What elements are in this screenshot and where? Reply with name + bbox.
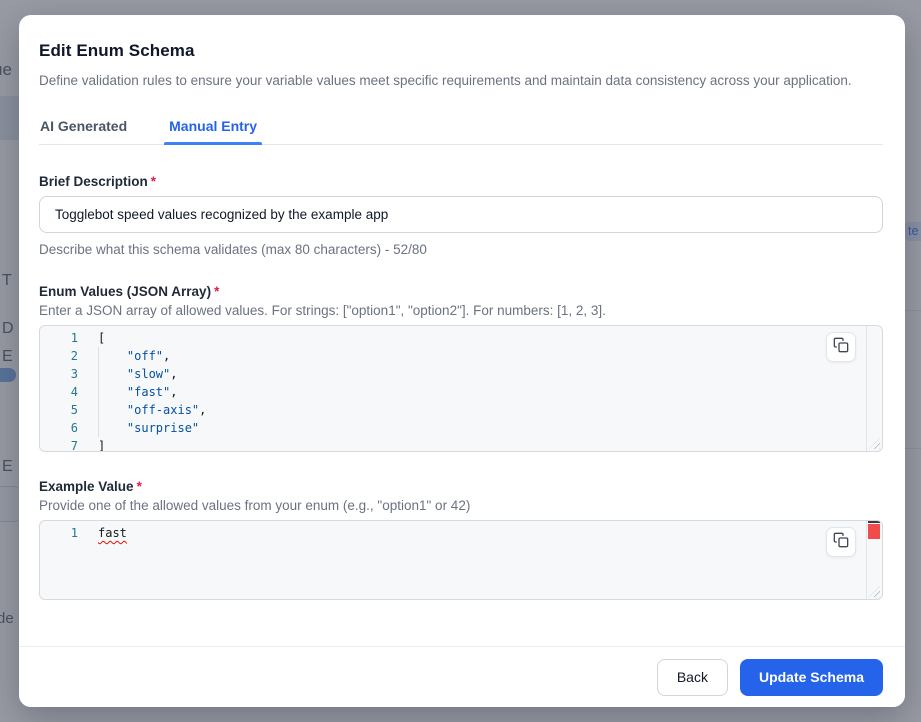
code-line: 4 "fast", [40, 383, 882, 401]
copy-icon [833, 532, 849, 553]
code-area[interactable]: 1[2 "off",3 "slow",4 "fast",5 "off-axis"… [40, 326, 882, 452]
brief-description-input[interactable] [39, 196, 883, 233]
tab-manual-entry[interactable]: Manual Entry [168, 118, 258, 144]
dialog-description: Define validation rules to ensure your v… [39, 70, 883, 91]
code-line: 5 "off-axis", [40, 401, 882, 419]
code-area[interactable]: 1fast [40, 521, 882, 542]
code-text: "off", [98, 347, 170, 365]
code-line: 3 "slow", [40, 365, 882, 383]
line-number: 3 [40, 365, 98, 383]
overview-ruler-error-marker [868, 524, 880, 539]
example-value-label: Example Value* [39, 479, 883, 494]
code-text: [ [98, 329, 105, 347]
overview-ruler [866, 326, 867, 451]
brief-description-label: Brief Description* [39, 174, 883, 189]
example-value-helper: Provide one of the allowed values from y… [39, 498, 883, 513]
dialog-footer: Back Update Schema [19, 646, 905, 707]
copy-button[interactable] [826, 332, 856, 362]
overview-ruler-cursor-marker [868, 521, 880, 523]
edit-enum-schema-dialog: Edit Enum Schema Define validation rules… [19, 15, 905, 707]
copy-button[interactable] [826, 527, 856, 557]
line-number: 1 [40, 329, 98, 347]
example-value-code-editor[interactable]: 1fast [39, 520, 883, 600]
code-text: "off-axis", [98, 401, 206, 419]
code-line: 1[ [40, 329, 882, 347]
brief-description-label-text: Brief Description [39, 174, 148, 189]
indent-guide [98, 347, 99, 437]
resize-grip-icon[interactable] [869, 586, 880, 597]
code-text: fast [98, 524, 127, 542]
back-button[interactable]: Back [657, 659, 728, 696]
tab-bar: AI Generated Manual Entry [39, 118, 883, 145]
tab-ai-generated[interactable]: AI Generated [39, 118, 128, 144]
required-asterisk: * [214, 284, 219, 299]
enum-values-label-text: Enum Values (JSON Array) [39, 284, 211, 299]
brief-description-helper: Describe what this schema validates (max… [39, 242, 883, 257]
code-line: 2 "off", [40, 347, 882, 365]
code-line: 6 "surprise" [40, 419, 882, 437]
example-value-label-text: Example Value [39, 479, 134, 494]
enum-values-helper: Enter a JSON array of allowed values. Fo… [39, 303, 883, 318]
line-number: 7 [40, 437, 98, 452]
line-number: 6 [40, 419, 98, 437]
copy-icon [833, 337, 849, 358]
required-asterisk: * [151, 174, 156, 189]
code-text: ] [98, 437, 105, 452]
code-line: 7] [40, 437, 882, 452]
code-text: "surprise" [98, 419, 199, 437]
code-text: "fast", [98, 383, 178, 401]
update-schema-button[interactable]: Update Schema [740, 659, 883, 696]
enum-values-code-editor[interactable]: 1[2 "off",3 "slow",4 "fast",5 "off-axis"… [39, 325, 883, 452]
enum-values-label: Enum Values (JSON Array)* [39, 284, 883, 299]
required-asterisk: * [137, 479, 142, 494]
code-text: "slow", [98, 365, 178, 383]
line-number: 5 [40, 401, 98, 419]
dialog-title: Edit Enum Schema [39, 41, 883, 61]
line-number: 2 [40, 347, 98, 365]
overview-ruler [866, 521, 867, 599]
code-line: 1fast [40, 524, 882, 542]
line-number: 4 [40, 383, 98, 401]
line-number: 1 [40, 524, 98, 542]
